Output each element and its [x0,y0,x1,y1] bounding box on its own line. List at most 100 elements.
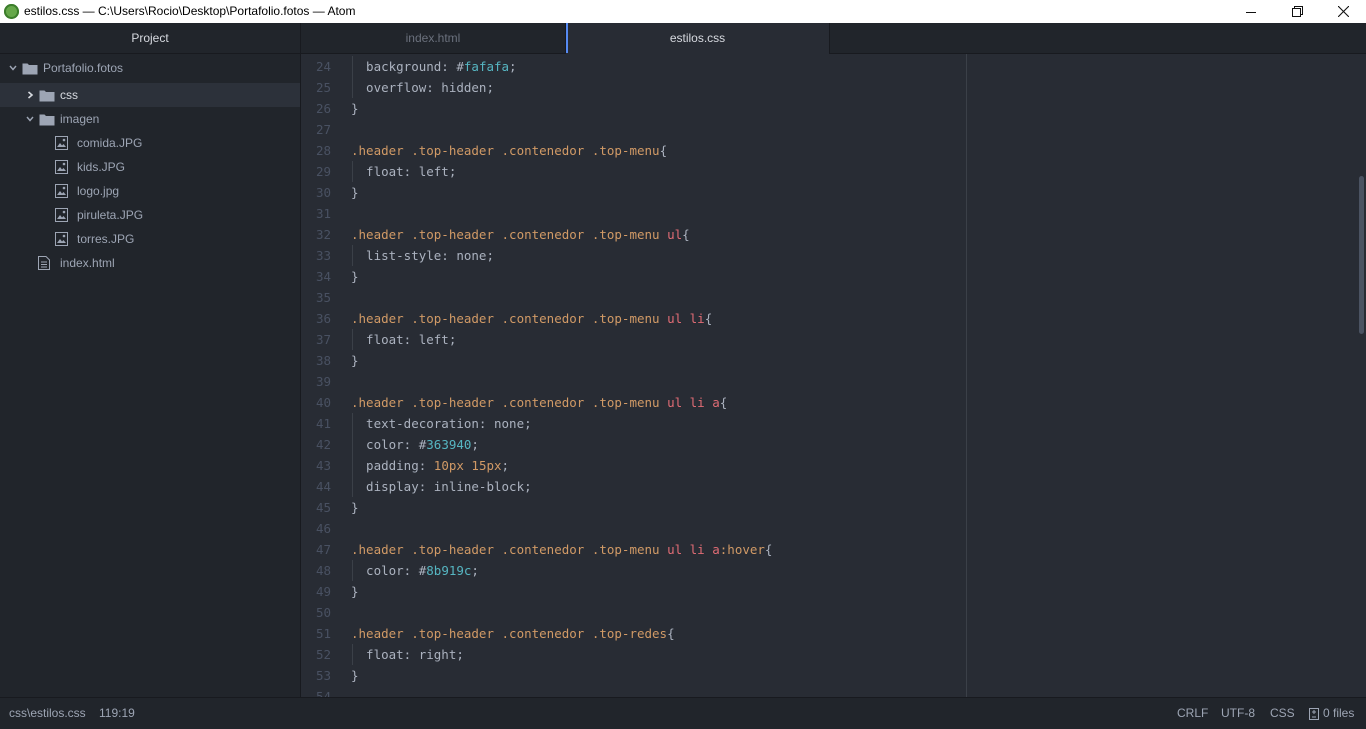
code-line[interactable]: .header .top-header .contenedor .top-men… [351,140,667,161]
status-line-ending[interactable]: CRLF [1177,698,1208,729]
code-token: { [667,626,675,641]
code-token: float: left; [351,164,457,179]
code-token: } [351,353,359,368]
status-encoding[interactable]: UTF-8 [1221,698,1255,729]
code-token: { [764,542,773,557]
code-line[interactable]: padding: 10px 15px; [351,455,509,476]
code-token: padding: [351,458,434,473]
image-file-icon [55,179,68,203]
code-token: list-style: none; [351,248,494,263]
line-number: 28 [315,143,331,158]
line-number: 25 [315,80,331,95]
tree-item-comida-jpg[interactable]: comida.JPG [0,131,300,155]
line-number: 31 [315,206,331,221]
close-button[interactable] [1320,0,1366,23]
tab-estilos-css[interactable]: estilos.css [566,23,830,54]
status-git-changes[interactable]: 0 files [1308,698,1354,729]
status-grammar[interactable]: CSS [1270,698,1295,729]
code-line[interactable]: } [351,497,359,518]
tree-item-label: torres.JPG [77,232,135,246]
restore-icon [1291,6,1303,17]
tree-view: Project Portafolio.fotos css imagen comida.… [0,23,301,697]
tree-item-index-html[interactable]: index.html [0,251,300,275]
line-number: 39 [315,374,331,389]
code-token: color: # [351,563,427,578]
code-line[interactable]: float: left; [351,329,456,350]
code-token: overflow: hidden; [351,80,494,95]
line-number: 27 [315,122,331,137]
code-token: ul li [667,311,705,326]
tree-item-label: logo.jpg [77,184,120,198]
code-line[interactable]: .header .top-header .contenedor .top-men… [351,224,690,245]
tree-item-portafolio-fotos[interactable]: Portafolio.fotos [0,56,300,80]
vertical-scrollbar[interactable] [1359,176,1364,334]
line-number: 42 [315,437,331,452]
image-file-icon [55,203,68,227]
tree-item-piruleta-jpg[interactable]: piruleta.JPG [0,203,300,227]
code-token: { [719,395,728,410]
line-number: 54 [315,689,331,697]
tree-item-logo-jpg[interactable]: logo.jpg [0,179,300,203]
code-editor[interactable]: 24 25 26 27 28 29 30 31 32 33 34 35 36 37 38 39 40 41 42 43… [301,54,1366,697]
code-line[interactable]: color: #363940; [351,434,479,455]
line-number: 34 [315,269,331,284]
atom-logo-icon [4,4,19,19]
code-token: float: right; [351,647,464,662]
code-line[interactable]: .header .top-header .contenedor .top-men… [351,392,727,413]
code-token: } [351,668,359,683]
code-line[interactable]: .header .top-header .contenedor .top-red… [351,623,675,644]
code-token: ; [471,437,479,452]
code-token: display: inline-block; [351,479,532,494]
chevron-down-icon[interactable] [7,56,19,80]
tree-item-label: imagen [60,112,100,126]
code-line[interactable]: } [351,266,359,287]
code-line[interactable]: } [351,350,359,371]
line-number: 41 [315,416,331,431]
tab-index-html[interactable]: index.html [301,23,566,53]
code-token: text-decoration: none; [351,416,532,431]
code-line[interactable]: float: right; [351,644,464,665]
code-token: ul [667,227,683,242]
code-line[interactable]: } [351,581,359,602]
code-line[interactable]: text-decoration: none; [351,413,532,434]
line-number: 53 [315,668,331,683]
code-token: fafafa [463,59,510,74]
code-line[interactable]: float: left; [351,161,456,182]
project-panel-header[interactable]: Project [0,23,300,54]
code-line[interactable]: .header .top-header .contenedor .top-men… [351,539,772,560]
restore-button[interactable] [1274,0,1320,23]
tree-item-label: comida.JPG [77,136,143,150]
code-token: } [351,101,359,116]
code-line[interactable]: .header .top-header .contenedor .top-men… [351,308,712,329]
code-line[interactable]: } [351,665,359,686]
code-token: .header .top-header .contenedor .top-men… [351,395,668,410]
chevron-right-icon[interactable] [24,83,36,107]
folder-icon [39,107,55,131]
code-line[interactable]: display: inline-block; [351,476,532,497]
status-file-path[interactable]: css\estilos.css [9,698,86,729]
tree-item-label: index.html [60,256,115,270]
minimize-button[interactable] [1228,0,1274,23]
code-token: ; [509,59,517,74]
tree-item-kids-jpg[interactable]: kids.JPG [0,155,300,179]
code-line[interactable]: } [351,182,359,203]
line-number: 43 [315,458,331,473]
minimize-icon [1246,11,1256,13]
code-token: 363940 [426,437,472,452]
code-token: 10px 15px [433,458,502,473]
code-line[interactable]: overflow: hidden; [351,77,494,98]
chevron-down-icon[interactable] [24,107,36,131]
line-number: 33 [315,248,331,263]
code-line[interactable]: background: #fafafa; [351,56,517,77]
code-line[interactable]: color: #8b919c; [351,560,479,581]
code-token: color: # [351,437,427,452]
status-cursor-position[interactable]: 119:19 [99,698,135,729]
file-diff-icon [1309,707,1319,720]
tree-item-css[interactable]: css [0,83,300,107]
code-line[interactable]: list-style: none; [351,245,494,266]
tree-item-imagen[interactable]: imagen [0,107,300,131]
tree-item-torres-jpg[interactable]: torres.JPG [0,227,300,251]
status-git-label: 0 files [1323,706,1355,720]
code-token: { [659,143,668,158]
code-line[interactable]: } [351,98,359,119]
